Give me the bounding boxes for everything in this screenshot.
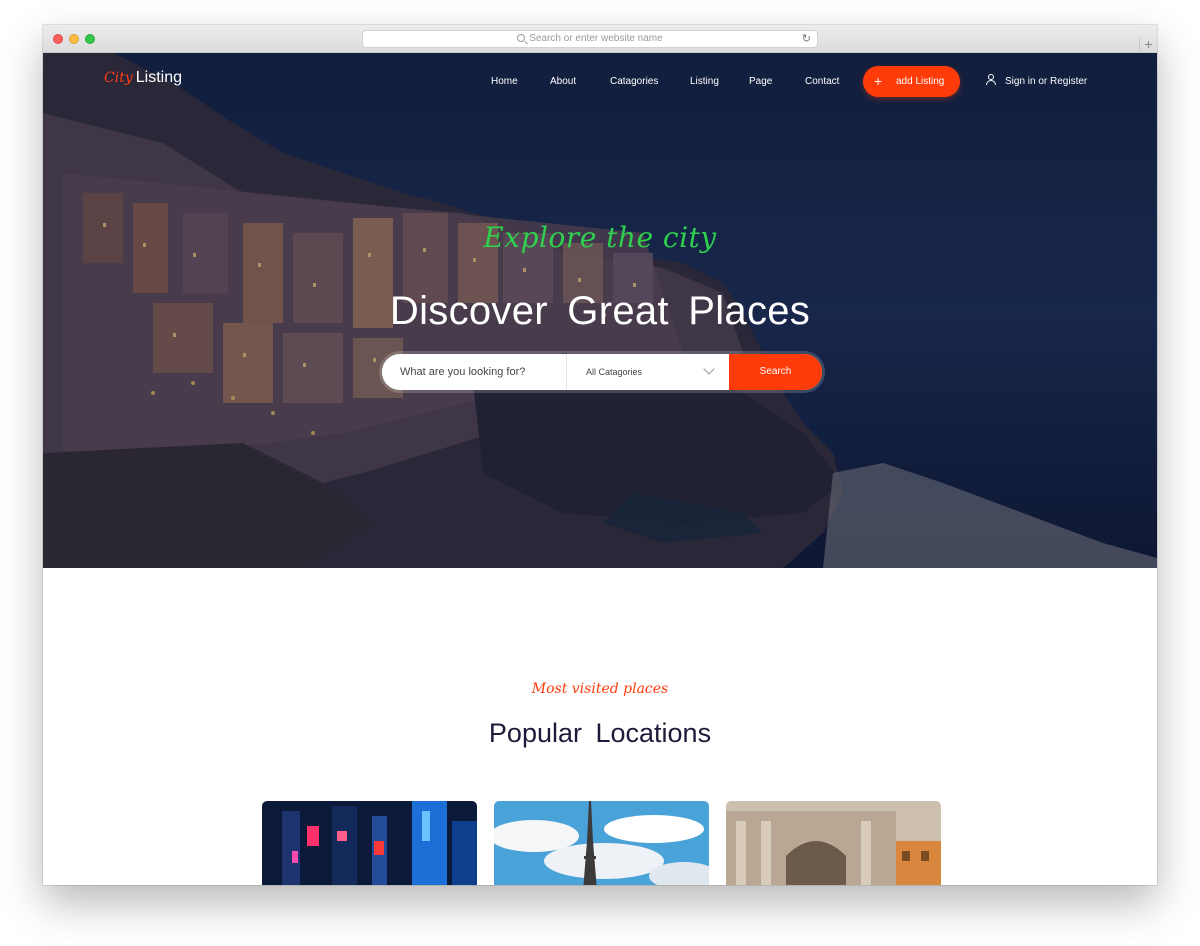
section-subtitle: Most visited places xyxy=(531,681,669,697)
section-title: Popular Locations xyxy=(488,718,712,748)
nav-home[interactable]: Home xyxy=(491,76,518,87)
search-icon xyxy=(517,34,526,42)
reload-icon[interactable]: ↻ xyxy=(802,33,811,45)
browser-window: Search or enter website name ↻ + City Li… xyxy=(43,25,1157,885)
user-icon[interactable] xyxy=(985,74,997,86)
logo-text: Listing xyxy=(135,69,182,86)
minimize-window-button[interactable] xyxy=(69,34,79,44)
address-bar[interactable]: Search or enter website name ↻ xyxy=(362,30,818,48)
nav-contact[interactable]: Contact xyxy=(805,76,839,87)
search-button[interactable]: Search xyxy=(729,354,822,390)
browser-toolbar: Search or enter website name ↻ + xyxy=(43,25,1157,53)
location-card[interactable] xyxy=(494,801,709,885)
location-card[interactable] xyxy=(726,801,941,885)
add-listing-label: add Listing xyxy=(896,76,945,87)
site-logo[interactable]: City Listing xyxy=(104,69,182,87)
close-window-button[interactable] xyxy=(53,34,63,44)
nav-catagories[interactable]: Catagories xyxy=(610,76,658,87)
hero-section: City Listing Home About Catagories Listin… xyxy=(43,53,1157,568)
plus-icon: + xyxy=(874,73,883,89)
new-tab-button[interactable]: + xyxy=(1139,37,1157,53)
nav-about[interactable]: About xyxy=(550,76,576,87)
category-select[interactable]: All Catagories xyxy=(566,354,729,390)
hero-tagline: Explore the city xyxy=(483,221,717,254)
category-selected-value: All Catagories xyxy=(586,367,643,377)
sign-in-register-link[interactable]: Sign in or Register xyxy=(1005,76,1087,87)
address-bar-placeholder: Search or enter website name xyxy=(529,33,663,44)
hero-headline: Discover Great Places xyxy=(389,289,811,333)
location-card-image xyxy=(726,801,941,885)
nav-listing[interactable]: Listing xyxy=(690,76,719,87)
location-card[interactable] xyxy=(262,801,477,885)
location-card-image xyxy=(262,801,477,885)
location-card-image xyxy=(494,801,709,885)
chevron-down-icon xyxy=(703,363,715,375)
hero-search-bar: All Catagories Search xyxy=(379,351,825,393)
logo-script-text: City xyxy=(104,70,133,86)
search-input[interactable] xyxy=(382,354,566,390)
nav-page[interactable]: Page xyxy=(749,76,772,87)
search-form: All Catagories Search xyxy=(382,354,822,390)
add-listing-button[interactable]: + add Listing xyxy=(863,66,960,97)
zoom-window-button[interactable] xyxy=(85,34,95,44)
